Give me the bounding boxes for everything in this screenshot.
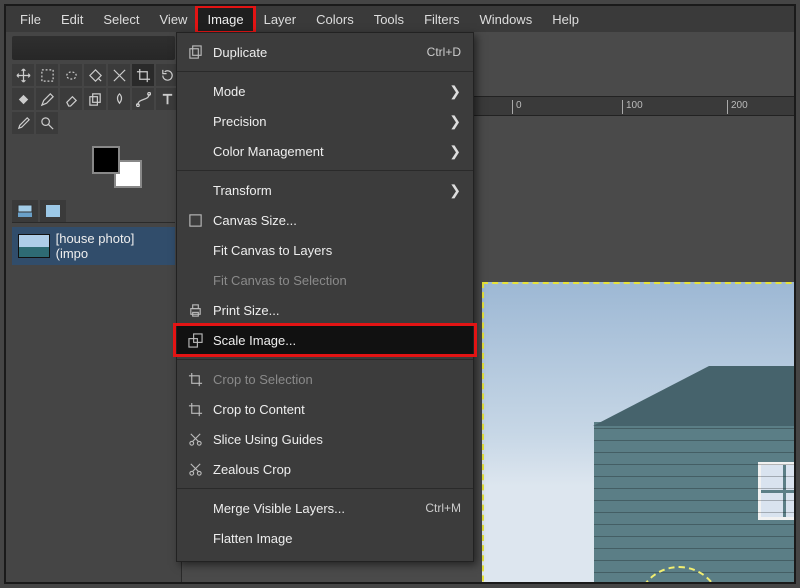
text-tool[interactable] xyxy=(156,88,178,110)
channels-tab[interactable] xyxy=(40,200,66,222)
crop-icon xyxy=(187,371,203,387)
menu-mode[interactable]: Mode❯ xyxy=(177,76,473,106)
eraser-tool[interactable] xyxy=(60,88,82,110)
menu-layer[interactable]: Layer xyxy=(254,7,307,32)
menu-canvas-size[interactable]: Canvas Size... xyxy=(177,205,473,235)
pencil-tool[interactable] xyxy=(36,88,58,110)
menu-colors[interactable]: Colors xyxy=(306,7,364,32)
chevron-right-icon: ❯ xyxy=(449,182,461,199)
image-menu-dropdown: Duplicate Ctrl+D Mode❯ Precision❯ Color … xyxy=(176,32,474,562)
ruler-tick: 100 xyxy=(622,100,643,114)
menu-duplicate[interactable]: Duplicate Ctrl+D xyxy=(177,37,473,67)
menu-zealous-crop[interactable]: Zealous Crop xyxy=(177,454,473,484)
menu-flatten[interactable]: Flatten Image xyxy=(177,523,473,553)
clone-tool[interactable] xyxy=(84,88,106,110)
chevron-right-icon: ❯ xyxy=(449,83,461,100)
print-icon xyxy=(187,302,203,318)
scissors-tool[interactable] xyxy=(108,64,130,86)
menu-crop-content[interactable]: Crop to Content xyxy=(177,394,473,424)
slice-icon xyxy=(187,431,203,447)
free-select-tool[interactable] xyxy=(60,64,82,86)
menu-scale-image[interactable]: Scale Image... xyxy=(177,325,473,355)
paths-tool[interactable] xyxy=(132,88,154,110)
layers-tab[interactable] xyxy=(12,200,38,222)
crop-tool[interactable] xyxy=(132,64,154,86)
menu-merge-visible[interactable]: Merge Visible Layers... Ctrl+M xyxy=(177,493,473,523)
menu-image[interactable]: Image xyxy=(197,7,253,32)
menu-print-size[interactable]: Print Size... xyxy=(177,295,473,325)
menu-crop-selection: Crop to Selection xyxy=(177,364,473,394)
shortcut-label: Ctrl+D xyxy=(427,45,461,59)
menu-precision[interactable]: Precision❯ xyxy=(177,106,473,136)
active-layer-row[interactable]: [house photo] (impo xyxy=(12,227,175,265)
menu-windows[interactable]: Windows xyxy=(469,7,542,32)
menu-file[interactable]: File xyxy=(10,7,51,32)
menu-fit-canvas-layers[interactable]: Fit Canvas to Layers xyxy=(177,235,473,265)
canvas-size-icon xyxy=(187,212,203,228)
shortcut-label: Ctrl+M xyxy=(425,501,461,515)
menu-help[interactable]: Help xyxy=(542,7,589,32)
menu-color-management[interactable]: Color Management❯ xyxy=(177,136,473,166)
ruler-tick: 200 xyxy=(727,100,748,114)
menu-filters[interactable]: Filters xyxy=(414,7,469,32)
menu-fit-canvas-selection: Fit Canvas to Selection xyxy=(177,265,473,295)
menubar: File Edit Select View Image Layer Colors… xyxy=(6,6,794,32)
menu-view[interactable]: View xyxy=(150,7,198,32)
crop-icon xyxy=(187,401,203,417)
color-picker-tool[interactable] xyxy=(12,112,34,134)
toolbox-panel: [house photo] (impo xyxy=(6,32,182,582)
rect-select-tool[interactable] xyxy=(36,64,58,86)
bucket-fill-tool[interactable] xyxy=(12,88,34,110)
layer-thumbnail xyxy=(18,234,50,258)
canvas-image xyxy=(482,282,796,584)
move-tool[interactable] xyxy=(12,64,34,86)
canvas-selection-border xyxy=(482,282,796,584)
fuzzy-select-tool[interactable] xyxy=(84,64,106,86)
layer-name: [house photo] (impo xyxy=(56,231,169,261)
smudge-tool[interactable] xyxy=(108,88,130,110)
rotate-tool[interactable] xyxy=(156,64,178,86)
foreground-color[interactable] xyxy=(92,146,120,174)
menu-tools[interactable]: Tools xyxy=(364,7,414,32)
menu-slice-guides[interactable]: Slice Using Guides xyxy=(177,424,473,454)
slice-icon xyxy=(187,461,203,477)
toolbox-header xyxy=(12,36,175,60)
ruler-tick: 0 xyxy=(512,100,522,114)
tool-grid xyxy=(12,64,175,134)
menu-select[interactable]: Select xyxy=(93,7,149,32)
duplicate-icon xyxy=(187,44,203,60)
zoom-tool[interactable] xyxy=(36,112,58,134)
color-swatch[interactable] xyxy=(92,146,142,188)
scale-icon xyxy=(187,332,203,348)
chevron-right-icon: ❯ xyxy=(449,113,461,130)
dock-tabs xyxy=(12,200,175,223)
menu-transform[interactable]: Transform❯ xyxy=(177,175,473,205)
menu-edit[interactable]: Edit xyxy=(51,7,93,32)
chevron-right-icon: ❯ xyxy=(449,143,461,160)
